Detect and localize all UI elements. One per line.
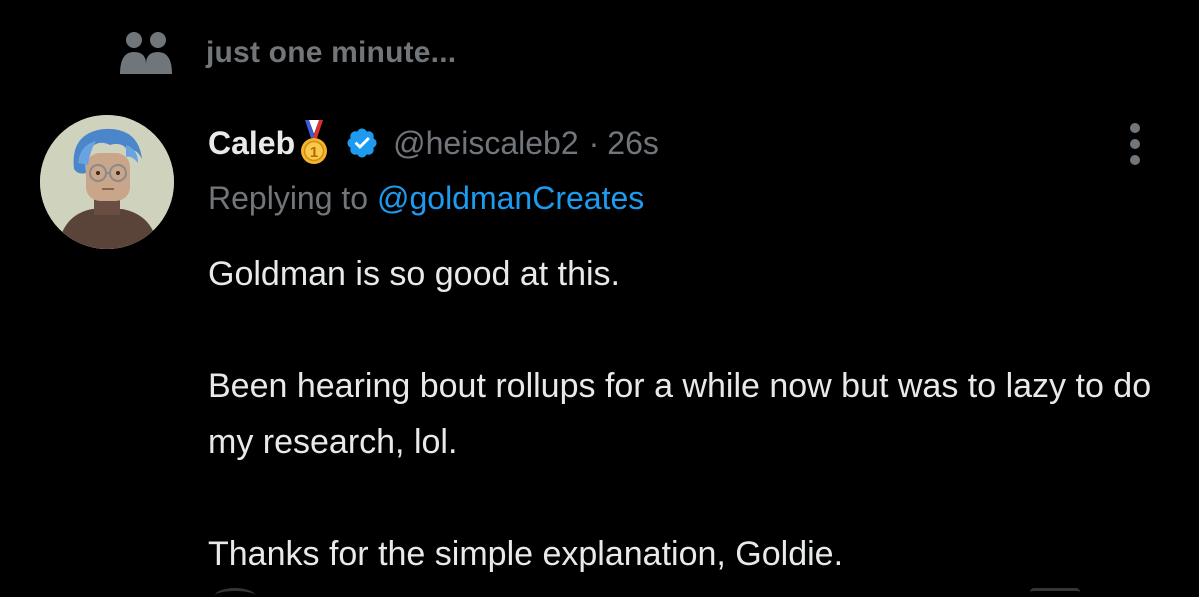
tweet-paragraph: Been hearing bout rollups for a while no… [208,367,1152,461]
tweet-header: Caleb 1 @heiscaleb2 · 26s [208,118,659,168]
timestamp[interactable]: 26s [607,125,659,162]
avatar[interactable] [40,115,174,249]
verified-badge-icon[interactable] [345,126,379,160]
tweet-body: Goldman is so good at this. Been hearing… [208,246,1168,582]
social-context-text: just one minute... [206,36,457,69]
author-handle[interactable]: @heiscaleb2 [393,125,578,162]
replying-to: Replying to @goldmanCreates [208,180,644,217]
tweet-page: just one minute... Caleb 1 @heiscaleb2 ·… [0,0,1199,597]
svg-text:1: 1 [310,144,318,161]
reply-target-link[interactable]: @goldmanCreates [377,180,644,216]
tweet-paragraph: Goldman is so good at this. [208,255,621,293]
people-icon [118,28,176,78]
more-options-icon[interactable] [1118,118,1152,170]
first-place-medal-icon: 1 [297,120,331,166]
action-icon-partial [215,588,255,597]
separator-dot: · [588,124,600,161]
action-icon-partial [1030,588,1080,597]
social-context[interactable]: just one minute... [118,28,456,78]
display-name[interactable]: Caleb [208,125,295,162]
replying-to-label: Replying to [208,180,369,216]
tweet-paragraph: Thanks for the simple explanation, Goldi… [208,535,844,573]
